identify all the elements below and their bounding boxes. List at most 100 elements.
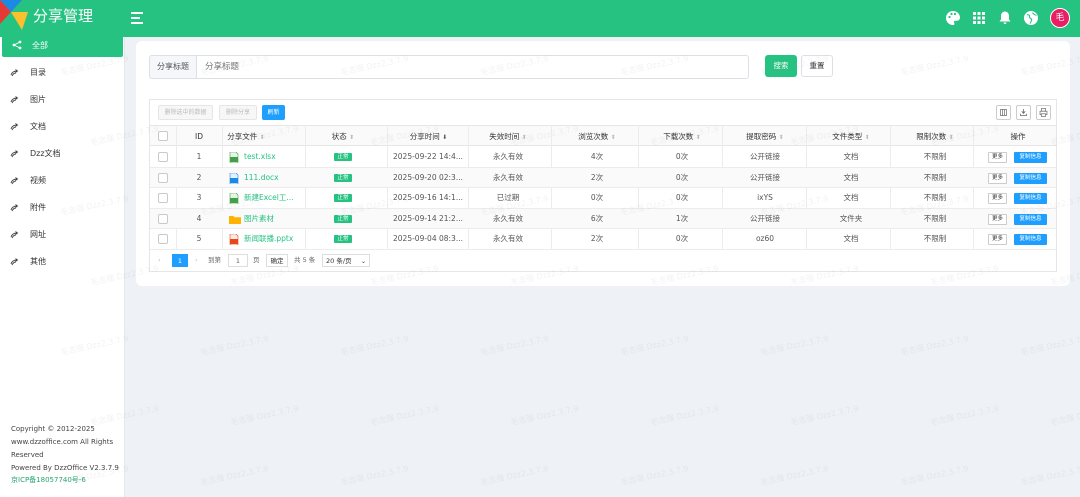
export-icon[interactable] bbox=[1016, 105, 1031, 120]
row-checkbox[interactable] bbox=[158, 172, 168, 183]
share-arrow-icon bbox=[10, 204, 19, 212]
more-button[interactable]: 更多 bbox=[988, 152, 1007, 163]
sidebar-item-label: 其他 bbox=[30, 257, 46, 266]
reset-button[interactable]: 重置 bbox=[801, 55, 833, 77]
cell-share-time: 2025-09-22 14:4... bbox=[393, 152, 463, 161]
column-header-limit[interactable]: 限制次数 ⬍ bbox=[905, 126, 965, 147]
copy-info-button[interactable]: 复制信息 bbox=[1014, 152, 1047, 163]
copy-info-button[interactable]: 复制信息 bbox=[1014, 234, 1047, 245]
watermark: 毛志强 Dzz2.3.7.9 bbox=[1019, 333, 1080, 358]
sidebar-item-images[interactable]: 图片 bbox=[0, 87, 125, 111]
cell-limit: 不限制 bbox=[923, 193, 947, 202]
palette-icon[interactable] bbox=[945, 10, 961, 26]
file-link[interactable]: 111.docx bbox=[244, 168, 304, 188]
delete-selected-button[interactable]: 删除选中的数据 bbox=[158, 105, 213, 120]
sidebar-item-documents[interactable]: 文档 bbox=[0, 114, 125, 138]
table-row: 4 图片素材 正常 2025-09-14 21:2... 永久有效 6次 1次 … bbox=[150, 208, 1056, 229]
sidebar-item-label: 文档 bbox=[30, 122, 46, 131]
delete-share-button[interactable]: 删除分享 bbox=[219, 105, 257, 120]
footer-icp-link[interactable]: 京ICP备18057740号-6 bbox=[11, 474, 86, 486]
cell-status: 正常 bbox=[318, 147, 368, 167]
cell-share-time: 2025-09-14 21:2... bbox=[393, 213, 463, 223]
columns-filter-icon[interactable] bbox=[996, 105, 1011, 120]
column-header-password[interactable]: 提取密码 ⬍ bbox=[736, 126, 794, 147]
watermark: 毛志强 Dzz2.3.7.9 bbox=[339, 333, 410, 358]
share-arrow-icon bbox=[10, 96, 19, 104]
watermark: 毛志强 Dzz2.3.7.9 bbox=[899, 463, 970, 488]
search-input[interactable] bbox=[196, 55, 749, 79]
column-header-expire[interactable]: 失效时间 ⬍ bbox=[478, 126, 538, 147]
page-size-select[interactable]: 20 条/页 ⌄ bbox=[322, 254, 370, 267]
menu-toggle-button[interactable] bbox=[131, 12, 145, 24]
sidebar-item-attachments[interactable]: 附件 bbox=[0, 195, 125, 219]
apps-grid-icon[interactable] bbox=[971, 10, 987, 26]
more-button[interactable]: 更多 bbox=[988, 172, 1007, 184]
prev-page-icon[interactable]: ‹ bbox=[158, 254, 161, 267]
cell-password: oz60 bbox=[755, 234, 775, 243]
page-number-current[interactable]: 1 bbox=[172, 254, 188, 267]
more-button[interactable]: 更多 bbox=[988, 193, 1007, 204]
more-button[interactable]: 更多 bbox=[988, 213, 1007, 225]
column-header-file-type[interactable]: 文件类型 ⬍ bbox=[821, 126, 881, 147]
column-header-file[interactable]: 分享文件 ⬍ bbox=[222, 126, 270, 147]
table-row: 1 test.xlsx 正常 2025-09-22 14:4... 永久有效 4… bbox=[150, 147, 1056, 168]
table-row: 2 111.docx 正常 2025-09-20 02:3... 永久有效 2次… bbox=[150, 167, 1056, 188]
column-header-share-time[interactable]: 分享时间 ⬇ bbox=[396, 126, 461, 147]
sidebar-item-dzz-docs[interactable]: Dzz文档 bbox=[0, 141, 125, 165]
column-header-label: 状态 bbox=[331, 132, 347, 141]
cell-file-type: 文档 bbox=[843, 234, 859, 243]
watermark: 毛志强 Dzz2.3.7.9 bbox=[929, 403, 1000, 428]
goto-page-input[interactable]: 1 bbox=[228, 254, 248, 267]
cell-status: 正常 bbox=[318, 188, 368, 208]
sort-icon: ⬍ bbox=[864, 134, 870, 141]
file-link[interactable]: 新建Excel工... bbox=[244, 188, 304, 208]
column-header-id[interactable]: ID bbox=[178, 126, 220, 147]
sidebar-item-label: Dzz文档 bbox=[30, 149, 61, 158]
column-header-downloads[interactable]: 下载次数 ⬍ bbox=[653, 126, 711, 147]
refresh-button[interactable]: 刷新 bbox=[262, 105, 285, 120]
search-button[interactable]: 搜索 bbox=[765, 55, 797, 77]
sidebar-item-other[interactable]: 其他 bbox=[0, 249, 125, 273]
print-icon[interactable] bbox=[1036, 105, 1051, 120]
user-avatar[interactable]: 毛 bbox=[1050, 8, 1070, 28]
cell-password: ixYS bbox=[757, 193, 773, 202]
cell-downloads: 0次 bbox=[675, 193, 689, 202]
watermark: 毛志强 Dzz2.3.7.9 bbox=[479, 333, 550, 358]
row-checkbox[interactable] bbox=[158, 152, 168, 162]
sidebar-item-all[interactable]: 全部 bbox=[2, 33, 123, 57]
sort-icon: ⬍ bbox=[521, 134, 527, 141]
next-page-icon[interactable]: › bbox=[195, 254, 198, 267]
column-header-label: 浏览次数 bbox=[578, 132, 609, 141]
folder-icon bbox=[229, 215, 241, 224]
watermark: 毛志强 Dzz2.3.7.9 bbox=[619, 333, 690, 358]
bell-icon[interactable] bbox=[997, 10, 1013, 26]
cell-limit: 不限制 bbox=[923, 234, 947, 243]
file-link[interactable]: 图片素材 bbox=[244, 209, 304, 229]
cell-password: 公开链接 bbox=[750, 152, 780, 161]
copy-info-button[interactable]: 复制信息 bbox=[1014, 193, 1047, 204]
sidebar-item-folders[interactable]: 目录 bbox=[0, 60, 125, 84]
file-link[interactable]: test.xlsx bbox=[244, 147, 304, 167]
sidebar-item-videos[interactable]: 视频 bbox=[0, 168, 125, 192]
cell-expire: 已过期 bbox=[496, 193, 520, 202]
sidebar-item-urls[interactable]: 网址 bbox=[0, 222, 125, 246]
top-header: 分享管理 毛 bbox=[0, 0, 1080, 37]
footer-powered: Powered By DzzOffice V2.3.7.9 bbox=[11, 464, 119, 472]
copy-info-button[interactable]: 复制信息 bbox=[1014, 213, 1047, 225]
copy-info-button[interactable]: 复制信息 bbox=[1014, 172, 1047, 184]
sidebar-item-label: 图片 bbox=[30, 95, 46, 104]
select-all-checkbox[interactable] bbox=[158, 131, 168, 141]
row-checkbox[interactable] bbox=[158, 193, 168, 203]
column-header-views[interactable]: 浏览次数 ⬍ bbox=[568, 126, 626, 147]
goto-confirm-button[interactable]: 确定 bbox=[266, 254, 288, 267]
column-header-label: 分享时间 bbox=[409, 132, 440, 141]
watermark: 毛志强 Dzz2.3.7.9 bbox=[229, 403, 300, 428]
sidebar-item-label: 网址 bbox=[30, 230, 46, 239]
file-link[interactable]: 新闻联播.pptx bbox=[244, 229, 304, 249]
row-checkbox[interactable] bbox=[158, 213, 168, 224]
row-checkbox[interactable] bbox=[158, 234, 168, 244]
more-button[interactable]: 更多 bbox=[988, 234, 1007, 245]
globe-icon[interactable] bbox=[1023, 10, 1039, 26]
sidebar-item-label: 附件 bbox=[30, 203, 46, 212]
column-header-status[interactable]: 状态 ⬍ bbox=[318, 126, 368, 147]
